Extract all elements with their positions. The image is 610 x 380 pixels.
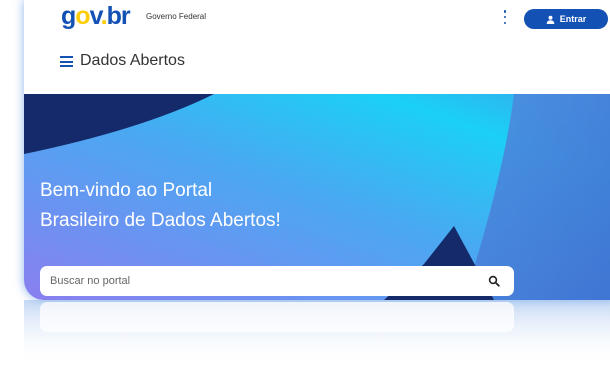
- window-reflection: [24, 300, 610, 380]
- reflection-search-bar: [40, 302, 514, 332]
- vertical-dots-icon[interactable]: [499, 10, 511, 24]
- user-icon: [546, 15, 555, 24]
- search-input[interactable]: [40, 274, 472, 288]
- hero-title-line-2: Brasileiro de Dados Abertos!: [40, 210, 281, 231]
- site-title[interactable]: Dados Abertos: [80, 52, 185, 70]
- login-button-label: Entrar: [559, 14, 587, 24]
- search-bar: [40, 266, 514, 296]
- login-button[interactable]: Entrar: [524, 9, 608, 29]
- site-header: gov.br Governo Federal Entrar Dados Aber…: [24, 0, 610, 94]
- reflection-fade: [24, 300, 610, 380]
- hero-title-line-1: Bem-vindo ao Portal: [40, 180, 213, 201]
- search-icon[interactable]: [488, 275, 500, 287]
- governo-federal-label: Governo Federal: [146, 12, 207, 21]
- govbr-logo[interactable]: gov.br: [61, 3, 131, 29]
- hero-title: Bem-vindo ao Portal Brasileiro de Dados …: [40, 176, 281, 236]
- browser-window: gov.br Governo Federal Entrar Dados Aber…: [24, 0, 610, 300]
- reflection-gradient: [24, 300, 610, 380]
- hero-banner: Bem-vindo ao Portal Brasileiro de Dados …: [24, 94, 610, 300]
- hamburger-icon[interactable]: [60, 56, 73, 67]
